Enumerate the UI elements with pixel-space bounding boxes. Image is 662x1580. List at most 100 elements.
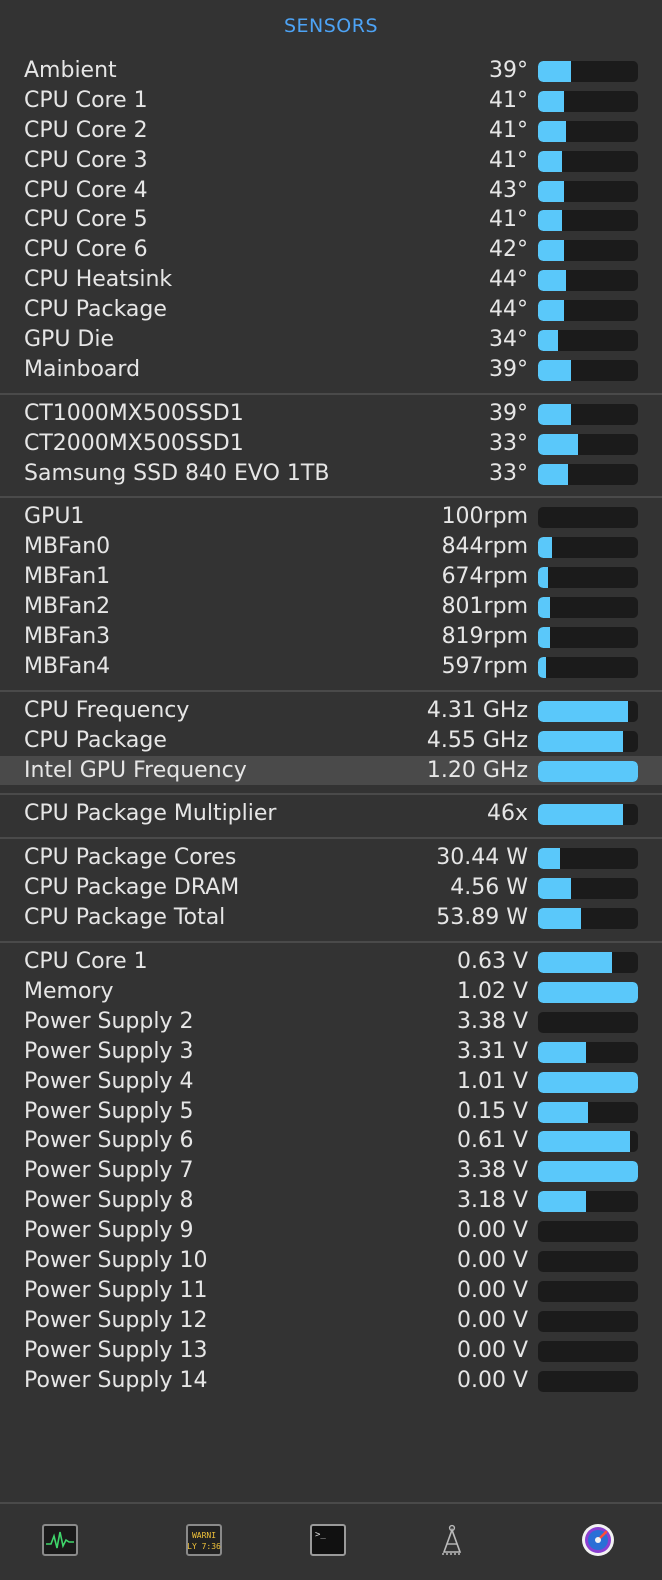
sensor-label: Power Supply 7 [24, 1158, 194, 1184]
sensor-group: CPU Frequency 4.31 GHz CPU Package 4.55 GHz… [0, 692, 662, 794]
sensor-level-fill [538, 120, 566, 142]
sensor-value: 3.31 V [456, 1038, 528, 1064]
sensor-row[interactable]: CPU Package Total 53.89 W [0, 903, 662, 933]
sensor-level-bar [538, 1101, 638, 1123]
sensor-level-bar [538, 1250, 638, 1272]
sensor-row[interactable]: Power Supply 10 0.00 V [0, 1246, 662, 1276]
sensor-value: 4.55 GHz [426, 727, 528, 753]
sensor-label: GPU Die [24, 327, 114, 353]
sensor-row[interactable]: GPU1 100rpm [0, 502, 662, 532]
sensor-row[interactable]: MBFan0 844rpm [0, 532, 662, 562]
sensor-label: Power Supply 10 [24, 1247, 208, 1273]
sensor-level-bar [538, 359, 638, 381]
sensor-level-bar [538, 1221, 638, 1243]
sensor-row[interactable]: CPU Core 1 0.63 V [0, 947, 662, 977]
sensor-row[interactable]: CPU Frequency 4.31 GHz [0, 696, 662, 726]
sensor-row[interactable]: Power Supply 12 0.00 V [0, 1306, 662, 1336]
sensor-row[interactable]: Power Supply 6 0.61 V [0, 1126, 662, 1156]
sensor-row[interactable]: Intel GPU Frequency 1.20 GHz [0, 755, 662, 786]
sensor-level-bar [538, 878, 638, 900]
sensor-value: 0.00 V [456, 1247, 528, 1273]
sensor-value: 801rpm [441, 594, 528, 620]
sensor-value: 674rpm [441, 564, 528, 590]
sensor-row[interactable]: Power Supply 13 0.00 V [0, 1336, 662, 1366]
sensor-value: 41° [489, 87, 528, 113]
sensor-label: Intel GPU Frequency [24, 757, 247, 783]
sensor-row[interactable]: CT2000MX500SSD1 33° [0, 429, 662, 459]
sensor-level-bar [538, 210, 638, 232]
sensor-group: GPU1 100rpm MBFan0 844rpm MBFan1 674rpm MBFan2… [0, 498, 662, 689]
sensor-row[interactable]: CPU Package Cores 30.44 W [0, 843, 662, 873]
sensors-panel: SENSORS Ambient 39° CPU Core 1 41° CPU Core … [0, 0, 662, 1580]
sensor-value: 819rpm [441, 624, 528, 650]
sensor-row[interactable]: Power Supply 11 0.00 V [0, 1276, 662, 1306]
sensor-row[interactable]: CPU Package 44° [0, 295, 662, 325]
sensor-level-fill [538, 1101, 588, 1123]
sensor-group: Ambient 39° CPU Core 1 41° CPU Core 2 41° CPU … [0, 52, 662, 393]
sensor-row[interactable]: Power Supply 14 0.00 V [0, 1366, 662, 1396]
activity-monitor-icon[interactable] [42, 1522, 78, 1558]
sensor-row[interactable]: MBFan2 801rpm [0, 592, 662, 622]
sensor-label: CPU Core 3 [24, 147, 148, 173]
sensor-level-bar [538, 507, 638, 529]
sensor-level-bar [538, 1071, 638, 1093]
sensor-value: 3.38 V [456, 1158, 528, 1184]
sensor-row[interactable]: Power Supply 5 0.15 V [0, 1097, 662, 1127]
sensor-row[interactable]: CPU Package DRAM 4.56 W [0, 873, 662, 903]
sensor-row[interactable]: Mainboard 39° [0, 355, 662, 385]
sensor-row[interactable]: CPU Heatsink 44° [0, 265, 662, 295]
sensor-level-bar [538, 120, 638, 142]
sensor-label: Power Supply 2 [24, 1008, 194, 1034]
sensor-row[interactable]: MBFan3 819rpm [0, 622, 662, 652]
sensor-value: 44° [489, 297, 528, 323]
sensor-row[interactable]: Power Supply 4 1.01 V [0, 1067, 662, 1097]
sensor-row[interactable]: MBFan4 597rpm [0, 652, 662, 682]
console-text-2: LY 7:36 [187, 1542, 221, 1551]
sensor-label: CPU Package Cores [24, 845, 237, 871]
sensor-level-bar [538, 700, 638, 722]
sensor-row[interactable]: MBFan1 674rpm [0, 562, 662, 592]
sensor-level-fill [538, 627, 550, 649]
sensor-row[interactable]: Samsung SSD 840 EVO 1TB 33° [0, 459, 662, 489]
sensor-level-bar [538, 908, 638, 930]
sensor-label: Power Supply 13 [24, 1337, 208, 1363]
sensor-level-fill [538, 1071, 638, 1093]
sensor-label: Power Supply 9 [24, 1218, 194, 1244]
console-warning-icon[interactable]: WARNI LY 7:36 [186, 1522, 222, 1558]
sensor-row[interactable]: Ambient 39° [0, 56, 662, 86]
sensor-level-fill [538, 804, 623, 826]
terminal-icon[interactable]: >_ [310, 1522, 346, 1558]
sensor-row[interactable]: CPU Core 3 41° [0, 146, 662, 176]
sensor-value: 41° [489, 207, 528, 233]
sensor-label: CPU Core 4 [24, 177, 148, 203]
sensor-level-fill [538, 730, 623, 752]
sensor-row[interactable]: Memory 1.02 V [0, 977, 662, 1007]
sensor-row[interactable]: Power Supply 7 3.38 V [0, 1156, 662, 1186]
sensor-row[interactable]: CPU Core 1 41° [0, 86, 662, 116]
sensor-row[interactable]: GPU Die 34° [0, 325, 662, 355]
sensor-row[interactable]: Power Supply 2 3.38 V [0, 1007, 662, 1037]
sensor-row[interactable]: Power Supply 9 0.00 V [0, 1216, 662, 1246]
istat-menus-icon[interactable] [580, 1522, 616, 1558]
sensor-level-fill [538, 760, 638, 782]
sensor-level-fill [538, 150, 562, 172]
sensor-value: 34° [489, 327, 528, 353]
sensor-row[interactable]: Power Supply 3 3.31 V [0, 1037, 662, 1067]
sensor-level-bar [538, 597, 638, 619]
sensor-value: 1.20 GHz [426, 757, 528, 783]
sensor-row[interactable]: CPU Package Multiplier 46x [0, 799, 662, 829]
sensor-row[interactable]: CPU Core 2 41° [0, 116, 662, 146]
sensor-row[interactable]: CPU Package 4.55 GHz [0, 726, 662, 756]
sensor-level-bar [538, 1280, 638, 1302]
sensor-label: CPU Frequency [24, 697, 190, 723]
script-editor-icon[interactable] [434, 1522, 470, 1558]
sensor-value: 3.18 V [456, 1188, 528, 1214]
sensor-label: Mainboard [24, 356, 141, 382]
sensor-row[interactable]: CT1000MX500SSD1 39° [0, 399, 662, 429]
sensor-label: Power Supply 12 [24, 1307, 208, 1333]
sensor-row[interactable]: CPU Core 6 42° [0, 235, 662, 265]
sensor-row[interactable]: CPU Core 5 41° [0, 205, 662, 235]
sensor-row[interactable]: CPU Core 4 43° [0, 176, 662, 206]
sensor-row[interactable]: Power Supply 8 3.18 V [0, 1186, 662, 1216]
sensor-label: Power Supply 11 [24, 1277, 208, 1303]
